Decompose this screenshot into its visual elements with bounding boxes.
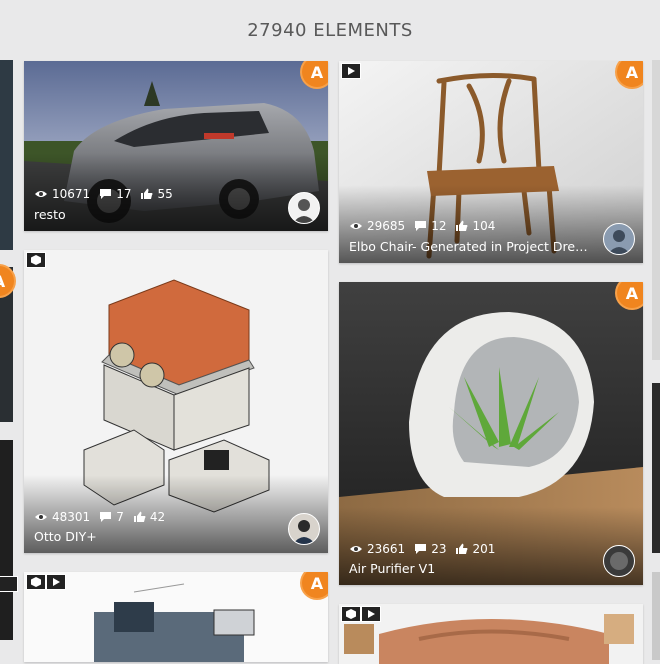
card-stats: 23661 23 201 bbox=[349, 542, 500, 556]
left-partial-card-top[interactable] bbox=[0, 60, 13, 250]
card-title[interactable]: Elbo Chair- Generated in Project Drea… bbox=[349, 239, 589, 254]
views-count: 10671 bbox=[52, 187, 91, 201]
right-partial-card-mid[interactable] bbox=[652, 383, 660, 553]
right-partial-card-top[interactable] bbox=[652, 60, 660, 360]
eye-icon bbox=[35, 191, 47, 197]
comment-icon bbox=[100, 512, 112, 522]
video-icon bbox=[341, 63, 361, 79]
avatar[interactable] bbox=[288, 192, 320, 224]
left-partial-card-bottom[interactable] bbox=[0, 440, 13, 640]
card-stats: 29685 12 104 bbox=[349, 219, 500, 233]
comments-count: 12 bbox=[431, 219, 447, 233]
card-resto[interactable]: 10671 17 55 resto A bbox=[24, 61, 328, 231]
wood-object-image bbox=[339, 604, 643, 664]
assembly-image bbox=[24, 572, 328, 662]
avatar[interactable] bbox=[603, 223, 635, 255]
avatar[interactable] bbox=[288, 513, 320, 545]
eye-icon bbox=[35, 514, 47, 520]
video-icon bbox=[0, 576, 18, 592]
page-title: 27940 ELEMENTS bbox=[247, 19, 413, 41]
comment-icon bbox=[415, 544, 427, 554]
card-stats: 10671 17 55 bbox=[34, 187, 178, 201]
card-elbo-chair[interactable]: 29685 12 104 Elbo Chair- Generated in Pr… bbox=[339, 61, 643, 263]
comments-count: 17 bbox=[116, 187, 132, 201]
card-air-purifier[interactable]: 23661 23 201 Air Purifier V1 A bbox=[339, 282, 643, 585]
card-bottom-right[interactable] bbox=[339, 604, 643, 664]
views-count: 29685 bbox=[367, 219, 406, 233]
views-count: 23661 bbox=[367, 542, 406, 556]
thumbs-up-icon bbox=[133, 511, 146, 522]
card-title[interactable]: resto bbox=[34, 207, 274, 222]
card-title[interactable]: Otto DIY+ bbox=[34, 529, 274, 544]
views-count: 48301 bbox=[52, 510, 91, 524]
thumbs-up-icon bbox=[456, 220, 468, 231]
cube-icon bbox=[26, 574, 46, 590]
card-bottom-left[interactable]: A bbox=[24, 572, 328, 662]
eye-icon bbox=[350, 223, 362, 229]
video-icon bbox=[46, 574, 66, 590]
thumbs-up-icon bbox=[141, 188, 153, 199]
comments-count: 7 bbox=[116, 510, 124, 524]
right-partial-card-bottom[interactable] bbox=[652, 572, 660, 660]
comments-count: 23 bbox=[431, 542, 447, 556]
likes-count: 42 bbox=[149, 510, 166, 524]
video-icon bbox=[361, 606, 381, 622]
card-title[interactable]: Air Purifier V1 bbox=[349, 561, 589, 576]
card-stats: 48301 7 42 bbox=[34, 510, 170, 524]
cube-icon bbox=[26, 252, 46, 268]
likes-count: 55 bbox=[157, 187, 173, 201]
comment-icon bbox=[100, 189, 112, 199]
comment-icon bbox=[415, 221, 427, 231]
likes-count: 104 bbox=[472, 219, 496, 233]
avatar[interactable] bbox=[603, 545, 635, 577]
eye-icon bbox=[350, 546, 362, 552]
card-otto-diy[interactable]: 48301 7 42 Otto DIY+ bbox=[24, 250, 328, 553]
likes-count: 201 bbox=[472, 542, 496, 556]
thumbs-up-icon bbox=[456, 543, 468, 554]
cube-icon bbox=[341, 606, 361, 622]
